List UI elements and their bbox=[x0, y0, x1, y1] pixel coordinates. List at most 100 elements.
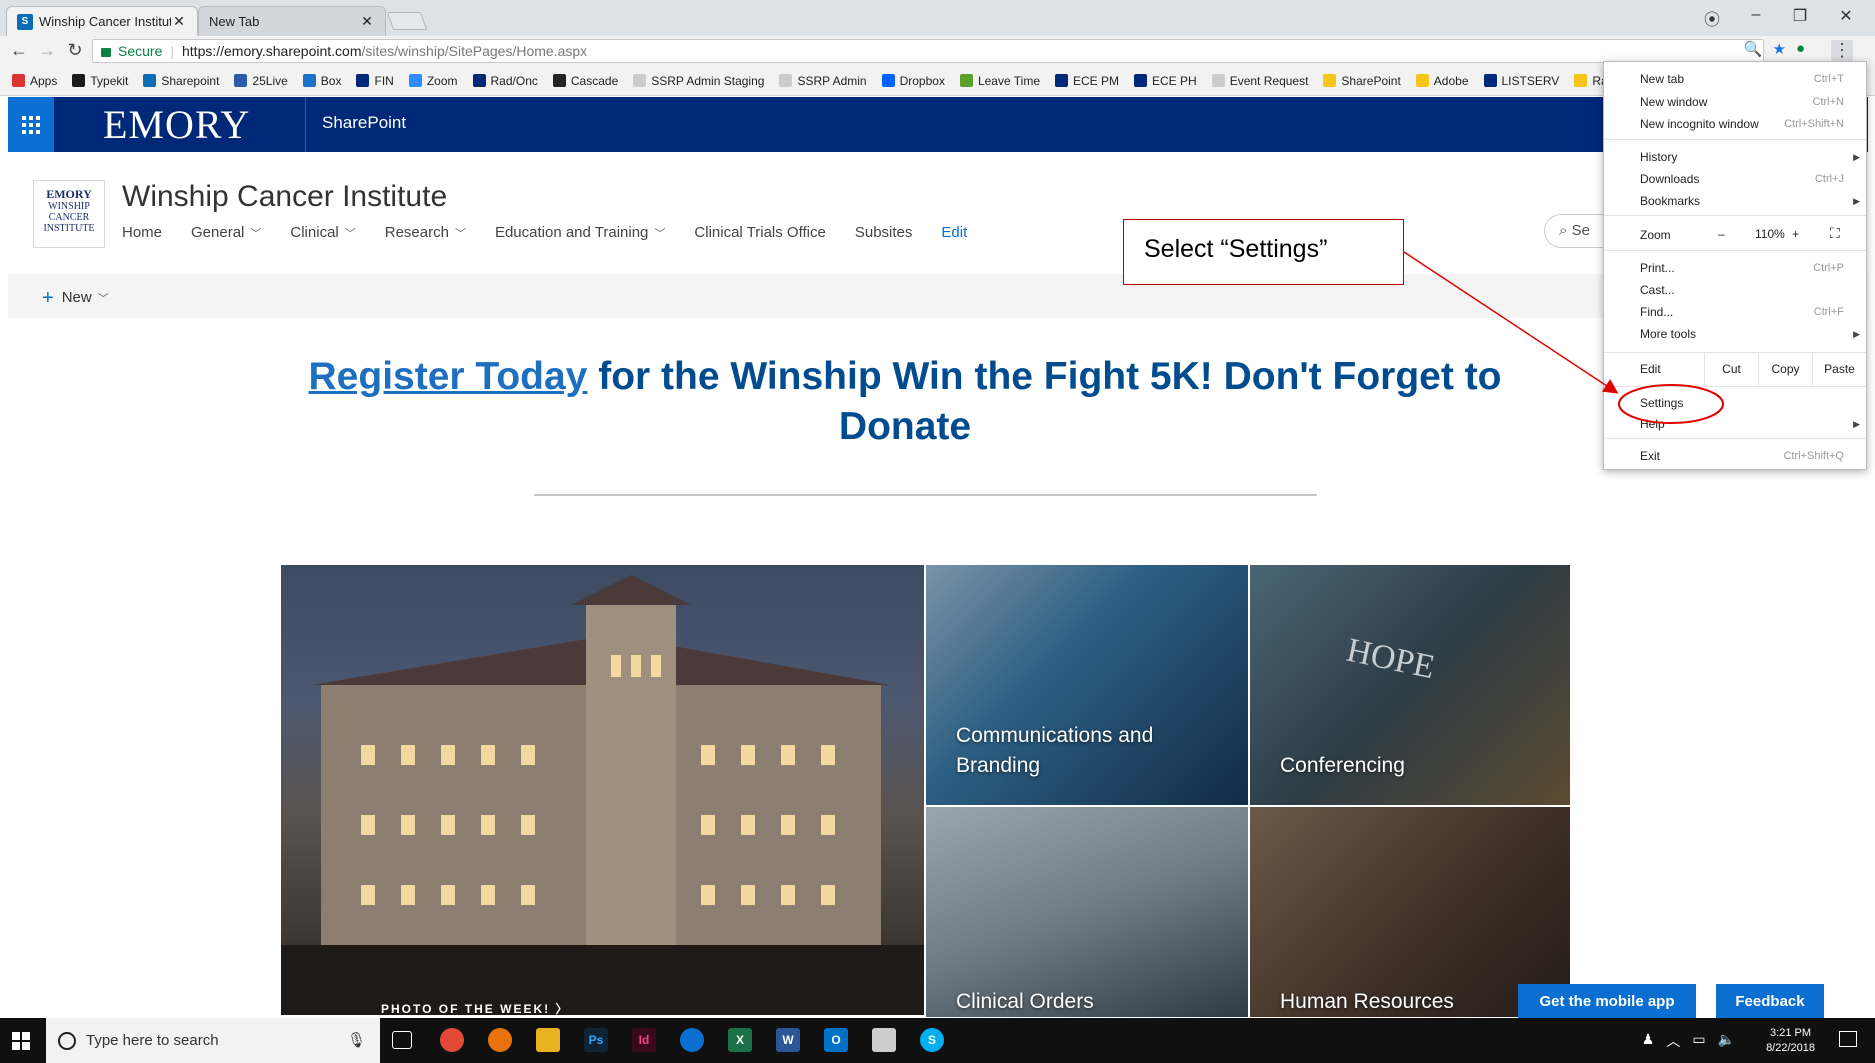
forward-arrow-icon[interactable]: → bbox=[36, 40, 58, 61]
volume-icon[interactable]: 🔈 bbox=[1718, 1031, 1735, 1051]
bookmark-item[interactable]: Cascade bbox=[552, 74, 618, 88]
feedback-button[interactable]: Feedback bbox=[1716, 984, 1824, 1018]
menu-settings[interactable]: Settings bbox=[1640, 396, 1683, 410]
site-title[interactable]: Winship Cancer Institute bbox=[122, 180, 447, 214]
people-icon[interactable]: ♟ bbox=[1642, 1031, 1655, 1051]
bookmark-item[interactable]: Dropbox bbox=[881, 74, 945, 88]
menu-new-tab[interactable]: New tab bbox=[1640, 72, 1684, 86]
sharepoint-link[interactable]: SharePoint bbox=[322, 113, 406, 133]
conferencing-tile[interactable]: HOPE Conferencing bbox=[1250, 565, 1570, 805]
bookmark-item[interactable]: Rad/Onc bbox=[472, 74, 538, 88]
bookmark-item[interactable]: Event Request bbox=[1211, 74, 1308, 88]
file-explorer-icon[interactable] bbox=[536, 1028, 560, 1052]
nav-subsites[interactable]: Subsites bbox=[855, 224, 913, 241]
nav-clinical-trials-office[interactable]: Clinical Trials Office bbox=[694, 224, 825, 241]
bookmark-icon bbox=[302, 74, 316, 87]
tab-new-tab[interactable]: New Tab ✕ bbox=[198, 6, 386, 36]
new-tab-button[interactable] bbox=[386, 12, 428, 30]
menu-cast[interactable]: Cast... bbox=[1640, 283, 1675, 297]
menu-history[interactable]: History bbox=[1640, 150, 1677, 164]
address-bar[interactable]: Secure | https://emory.sharepoint.com /s… bbox=[92, 39, 1764, 63]
grammarly-icon[interactable]: ● bbox=[1796, 40, 1805, 58]
zoom-in-button[interactable]: + bbox=[1792, 227, 1799, 241]
bookmark-item[interactable]: Typekit bbox=[72, 74, 128, 88]
bookmark-item[interactable]: Apps bbox=[12, 74, 57, 88]
microphone-icon[interactable]: 🎙 bbox=[347, 1031, 366, 1049]
paste-button[interactable]: Paste bbox=[1812, 352, 1866, 386]
back-arrow-icon[interactable]: ← bbox=[8, 40, 30, 61]
photoshop-icon[interactable]: Ps bbox=[584, 1028, 608, 1052]
bookmark-star-icon[interactable]: ★ bbox=[1772, 40, 1785, 58]
menu-print[interactable]: Print... bbox=[1640, 261, 1675, 275]
notifications-icon[interactable] bbox=[1839, 1031, 1857, 1047]
cut-button[interactable]: Cut bbox=[1704, 352, 1758, 386]
photo-of-week-label[interactable]: PHOTO OF THE WEEK! 〉 bbox=[381, 1000, 569, 1015]
menu-bookmarks[interactable]: Bookmarks bbox=[1640, 194, 1700, 208]
bookmark-item[interactable]: FIN bbox=[356, 74, 394, 88]
app-window-icon[interactable] bbox=[872, 1028, 896, 1052]
word-icon[interactable]: W bbox=[776, 1028, 800, 1052]
emory-brand[interactable]: EMORY bbox=[103, 101, 250, 148]
nav-education-training[interactable]: Education and Training ﹀ bbox=[495, 224, 665, 241]
nav-clinical[interactable]: Clinical ﹀ bbox=[290, 224, 355, 241]
close-window-button[interactable]: ✕ bbox=[1826, 6, 1866, 26]
clock[interactable]: 3:21 PM 8/22/2018 bbox=[1766, 1026, 1815, 1056]
tab-winship[interactable]: S Winship Cancer Institute ✕ bbox=[6, 6, 198, 36]
bookmark-item[interactable]: Sharepoint bbox=[143, 74, 219, 88]
restore-button[interactable]: ❐ bbox=[1780, 6, 1820, 26]
bookmark-item[interactable]: Box bbox=[302, 74, 341, 88]
battery-icon[interactable]: ▭ bbox=[1692, 1031, 1705, 1051]
get-mobile-app-button[interactable]: Get the mobile app bbox=[1518, 984, 1696, 1018]
nav-general[interactable]: General ﹀ bbox=[191, 224, 261, 241]
app-launcher-icon[interactable] bbox=[8, 97, 54, 152]
chevron-up-icon[interactable]: ︿ bbox=[1666, 1031, 1680, 1051]
nav-edit-link[interactable]: Edit bbox=[941, 224, 967, 241]
menu-help[interactable]: Help bbox=[1640, 417, 1665, 431]
clinical-orders-tile[interactable]: Clinical Orders bbox=[926, 807, 1248, 1017]
skype-icon[interactable]: S bbox=[920, 1028, 944, 1052]
reload-icon[interactable]: ↻ bbox=[64, 40, 86, 61]
menu-downloads[interactable]: Downloads bbox=[1640, 172, 1699, 186]
outlook-icon[interactable]: O bbox=[824, 1028, 848, 1052]
register-today-link[interactable]: Register Today bbox=[309, 355, 588, 398]
copy-button[interactable]: Copy bbox=[1758, 352, 1812, 386]
site-search-box[interactable]: ⌕ Se bbox=[1544, 214, 1604, 248]
zoom-out-button[interactable]: – bbox=[1718, 227, 1725, 241]
bookmark-item[interactable]: LISTSERV bbox=[1483, 74, 1559, 88]
tab-close-icon[interactable]: ✕ bbox=[171, 13, 187, 30]
bookmark-item[interactable]: Zoom bbox=[408, 74, 458, 88]
taskbar-search[interactable]: Type here to search 🎙 bbox=[46, 1018, 380, 1063]
onedrive-icon[interactable] bbox=[680, 1028, 704, 1052]
bookmark-item[interactable]: ECE PM bbox=[1055, 74, 1119, 88]
windows-start-icon[interactable] bbox=[12, 1032, 30, 1050]
new-button[interactable]: + New ﹀ bbox=[42, 285, 109, 309]
communications-branding-tile[interactable]: Communications and Branding bbox=[926, 565, 1248, 805]
bookmark-item[interactable]: Adobe bbox=[1415, 74, 1469, 88]
zoom-icon[interactable]: 🔍 bbox=[1744, 40, 1763, 58]
bookmark-item[interactable]: SharePoint bbox=[1323, 74, 1401, 88]
menu-find[interactable]: Find... bbox=[1640, 305, 1673, 319]
menu-new-window[interactable]: New window bbox=[1640, 95, 1707, 109]
bookmark-item[interactable]: 25Live bbox=[234, 74, 288, 88]
nav-home[interactable]: Home bbox=[122, 224, 162, 241]
bookmark-item[interactable]: SSRP Admin Staging bbox=[633, 74, 764, 88]
nav-research[interactable]: Research ﹀ bbox=[385, 224, 466, 241]
firefox-icon[interactable] bbox=[488, 1028, 512, 1052]
chrome-menu-icon[interactable]: ⋮ bbox=[1831, 40, 1853, 62]
chrome-icon[interactable] bbox=[440, 1028, 464, 1052]
bookmark-item[interactable]: ECE PH bbox=[1134, 74, 1197, 88]
indesign-icon[interactable]: Id bbox=[632, 1028, 656, 1052]
menu-new-incognito-window[interactable]: New incognito window bbox=[1640, 117, 1759, 131]
photo-of-week-tile[interactable]: PHOTO OF THE WEEK! 〉 bbox=[281, 565, 924, 1015]
tab-close-icon[interactable]: ✕ bbox=[359, 13, 375, 30]
profile-icon[interactable]: ⦿ bbox=[1692, 6, 1732, 30]
task-view-icon[interactable] bbox=[392, 1031, 412, 1049]
menu-exit[interactable]: Exit bbox=[1640, 449, 1660, 463]
bookmark-item[interactable]: SSRP Admin bbox=[779, 74, 867, 88]
excel-icon[interactable]: X bbox=[728, 1028, 752, 1052]
menu-more-tools[interactable]: More tools bbox=[1640, 327, 1696, 341]
fullscreen-icon[interactable]: ⛶ bbox=[1830, 225, 1840, 242]
minimize-button[interactable]: – bbox=[1736, 6, 1776, 24]
site-logo[interactable]: EMORY WINSHIP CANCER INSTITUTE bbox=[33, 180, 105, 248]
bookmark-item[interactable]: Leave Time bbox=[959, 74, 1040, 88]
